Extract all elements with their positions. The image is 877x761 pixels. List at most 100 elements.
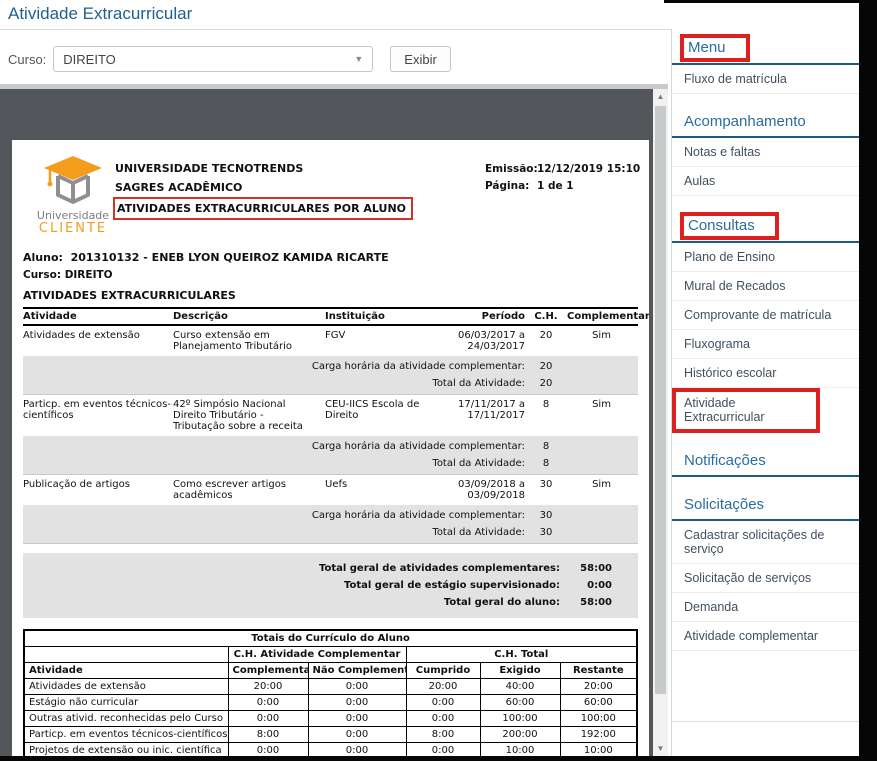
subtotal-line: Carga horária da atividade complementar:…: [23, 358, 638, 375]
sidebar-item[interactable]: Fluxograma: [672, 330, 859, 359]
sidebar-section-header: Solicitações: [672, 490, 859, 521]
activity-description: Como escrever artigos acadêmicos: [173, 479, 325, 501]
activity-name: Particp. em eventos técnicos-científicos: [23, 399, 173, 432]
curso-report-value: DIREITO: [65, 269, 113, 281]
org-line-1: UNIVERSIDADE TECNOTRENDS: [115, 159, 413, 178]
report-page: Universidade CLIENTE UNIVERSIDADE TECNOT…: [12, 140, 649, 757]
totals-group-spacer: [24, 647, 228, 663]
sidebar-section: Acompanhamento Notas e faltasAulas: [672, 107, 859, 196]
sidebar-section-items: Notas e faltasAulas: [672, 138, 859, 196]
activity-subtotal-band: Carga horária da atividade complementar:…: [23, 505, 638, 544]
activity-row: Atividades de extensão Curso extensão em…: [23, 326, 638, 354]
total-atividade-value: 30: [525, 527, 567, 538]
aluno-value: 201310132 - ENEB LYON QUEIROZ KAMIDA RIC…: [71, 251, 389, 264]
activity-complementar: Sim: [567, 479, 636, 501]
col-header-instituicao: Instituição: [325, 311, 435, 322]
sidebar-section-title: Menu: [680, 34, 750, 62]
carga-value: 30: [525, 510, 567, 521]
report-title-annotation: ATIVIDADES EXTRACURRICULARES POR ALUNO: [113, 197, 413, 220]
sidebar-item[interactable]: Atividade complementar: [672, 622, 859, 651]
sidebar-item[interactable]: Histórico escolar: [672, 359, 859, 388]
col-header-descricao: Descrição: [173, 311, 325, 322]
report-viewer: Universidade CLIENTE UNIVERSIDADE TECNOT…: [0, 84, 668, 757]
activity-institution: CEU-IICS Escola de Direito: [325, 399, 435, 432]
sidebar-item[interactable]: Mural de Recados: [672, 272, 859, 301]
sidebar-divider: [672, 721, 859, 722]
sidebar-item[interactable]: Notas e faltas: [672, 138, 859, 167]
totals-data-cell: 0:00: [228, 743, 308, 758]
activity-name: Publicação de artigos: [23, 479, 173, 501]
grand-total-line: Total geral de atividades complementares…: [23, 560, 638, 577]
totals-data-cell: 8:00: [228, 727, 308, 743]
sidebar-section: Consultas Plano de EnsinoMural de Recado…: [672, 209, 859, 433]
sidebar-section-title: Consultas: [680, 212, 779, 240]
totals-data-cell: 0:00: [308, 711, 406, 727]
scrollbar-thumb[interactable]: [655, 106, 666, 694]
totals-group-complementar: C.H. Atividade Complementar: [228, 647, 406, 663]
total-atividade-value: 20: [525, 378, 567, 389]
report-title: ATIVIDADES EXTRACURRICULARES POR ALUNO: [117, 202, 406, 215]
sidebar-section-items: Fluxo de matrícula: [672, 65, 859, 94]
sidebar-section-header: Notificações: [672, 446, 859, 477]
activity-period: 17/11/2017 a 17/11/2017: [435, 399, 525, 432]
col-header-periodo: Período: [435, 311, 525, 322]
totals-data-cell: Estágio não curricular: [24, 695, 228, 711]
curso-report-label: Curso:: [23, 269, 61, 281]
scroll-up-icon[interactable]: ▲: [653, 89, 668, 105]
pagina-value: 1 de 1: [537, 180, 574, 192]
totals-data-cell: 200:00: [480, 727, 560, 743]
sidebar-section: Notificações: [672, 446, 859, 477]
sidebar-item[interactable]: Solicitação de serviços: [672, 564, 859, 593]
curso-select[interactable]: DIREITO ▼: [53, 46, 373, 72]
report-scrollbar[interactable]: ▲ ▼: [653, 89, 668, 757]
totals-data-cell: 20:00: [406, 679, 480, 695]
sidebar-item[interactable]: Comprovante de matrícula: [672, 301, 859, 330]
sidebar-item[interactable]: Fluxo de matrícula: [672, 65, 859, 94]
sidebar-section-header: Menu: [672, 31, 859, 65]
totals-data-cell: 20:00: [228, 679, 308, 695]
sidebar-item[interactable]: Plano de Ensino: [672, 243, 859, 272]
activity-hours: 20: [525, 330, 567, 352]
activity-hours: 8: [525, 399, 567, 432]
sidebar-item[interactable]: Aulas: [672, 167, 859, 196]
grand-total-line: Total geral do aluno: 58:00: [23, 594, 638, 611]
graduation-cap-icon: [42, 155, 104, 205]
report-header: Universidade CLIENTE UNIVERSIDADE TECNOT…: [23, 153, 638, 241]
activity-description: 42º Simpósio Nacional Direito Tributário…: [173, 399, 325, 432]
totals-data-cell: 0:00: [308, 695, 406, 711]
sidebar-item[interactable]: Demanda: [672, 593, 859, 622]
col-header-complementar: Complementar: [567, 311, 636, 322]
totals-header-cell: Restante: [560, 663, 637, 679]
activity-institution: FGV: [325, 330, 435, 352]
subtotal-line: Total da Atividade: 20: [23, 375, 638, 392]
sidebar-section-items: Cadastrar solicitações de serviçoSolicit…: [672, 521, 859, 651]
totals-data-row: Particp. em eventos técnicos-científicos…: [24, 727, 637, 743]
totals-data-cell: 60:00: [560, 695, 637, 711]
sidebar-item[interactable]: Cadastrar solicitações de serviço: [672, 521, 859, 564]
sidebar: Menu Fluxo de matrícula Acompanhamento N…: [671, 29, 859, 756]
sidebar-section: Solicitações Cadastrar solicitações de s…: [672, 490, 859, 651]
totals-data-row: Projetos de extensão ou inic. científica…: [24, 743, 637, 758]
totals-data-cell: 100:00: [560, 711, 637, 727]
totals-data-cell: Outras ativid. reconhecidas pelo Curso: [24, 711, 228, 727]
totals-data-row: Outras ativid. reconhecidas pelo Curso0:…: [24, 711, 637, 727]
activities-table-header: Atividade Descrição Instituição Período …: [23, 307, 638, 326]
frame-top-edge: [664, 0, 859, 3]
totals-data-cell: 20:00: [560, 679, 637, 695]
frame-right-edge: [859, 0, 877, 761]
activity-subtotal-band: Carga horária da atividade complementar:…: [23, 436, 638, 475]
exibir-button[interactable]: Exibir: [390, 46, 451, 72]
sidebar-item[interactable]: Atividade Extracurricular: [672, 388, 820, 433]
grand-total-label: Total geral de atividades complementares…: [23, 563, 560, 574]
university-logo: Universidade CLIENTE: [33, 155, 113, 236]
total-atividade-label: Total da Atividade:: [23, 527, 525, 538]
carga-label: Carga horária da atividade complementar:: [23, 510, 525, 521]
subtotal-line: Total da Atividade: 8: [23, 455, 638, 472]
sidebar-section-items: Plano de EnsinoMural de RecadosComprovan…: [672, 243, 859, 433]
totals-header-cell: Atividade: [24, 663, 228, 679]
scroll-down-icon[interactable]: ▼: [653, 741, 668, 757]
activity-row: Publicação de artigos Como escrever arti…: [23, 475, 638, 503]
totals-header-cell: Cumprido: [406, 663, 480, 679]
col-header-atividade: Atividade: [23, 311, 173, 322]
totals-data-cell: 0:00: [228, 711, 308, 727]
